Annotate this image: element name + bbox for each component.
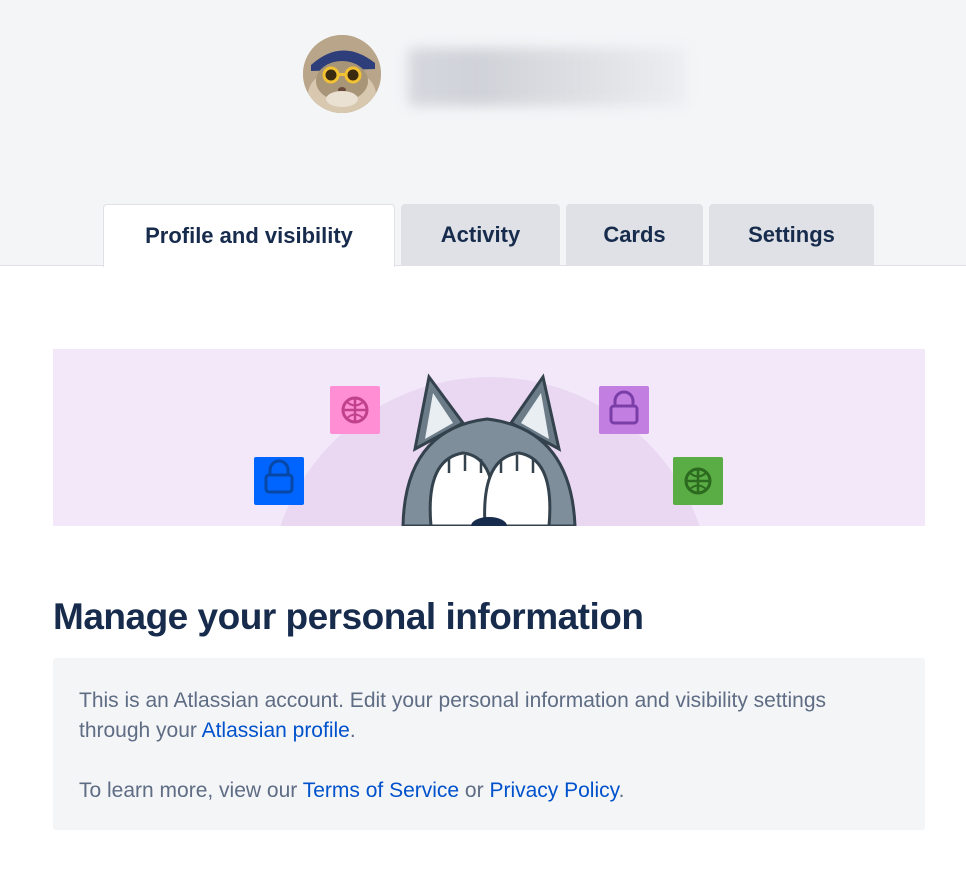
learn-more-text: To learn more, view our Terms of Service… [79, 779, 625, 802]
account-info-box: This is an Atlassian account. Edit your … [53, 658, 925, 830]
avatar[interactable] [303, 35, 381, 113]
username-blurred [408, 48, 686, 106]
tab-settings[interactable]: Settings [709, 204, 874, 266]
atlassian-profile-link[interactable]: Atlassian profile [202, 719, 350, 742]
privacy-banner-illustration [53, 349, 925, 526]
dribbble-icon [330, 386, 380, 434]
profile-header: Profile and visibility Activity Cards Se… [0, 0, 966, 267]
terms-of-service-link[interactable]: Terms of Service [303, 779, 459, 802]
husky-covering-eyes-illustration [254, 373, 723, 526]
privacy-policy-link[interactable]: Privacy Policy [489, 779, 618, 802]
tab-cards[interactable]: Cards [566, 204, 703, 266]
lock-icon [599, 386, 649, 434]
tab-profile-and-visibility[interactable]: Profile and visibility [103, 204, 395, 267]
dribbble-icon [673, 457, 723, 505]
cat-with-sunglasses-avatar-image [303, 35, 381, 113]
lock-icon [254, 457, 304, 505]
account-info-text: This is an Atlassian account. Edit your … [79, 689, 827, 742]
tab-activity[interactable]: Activity [401, 204, 560, 266]
page-heading: Manage your personal information [53, 596, 644, 637]
profile-tabs: Profile and visibility Activity Cards Se… [103, 204, 874, 267]
